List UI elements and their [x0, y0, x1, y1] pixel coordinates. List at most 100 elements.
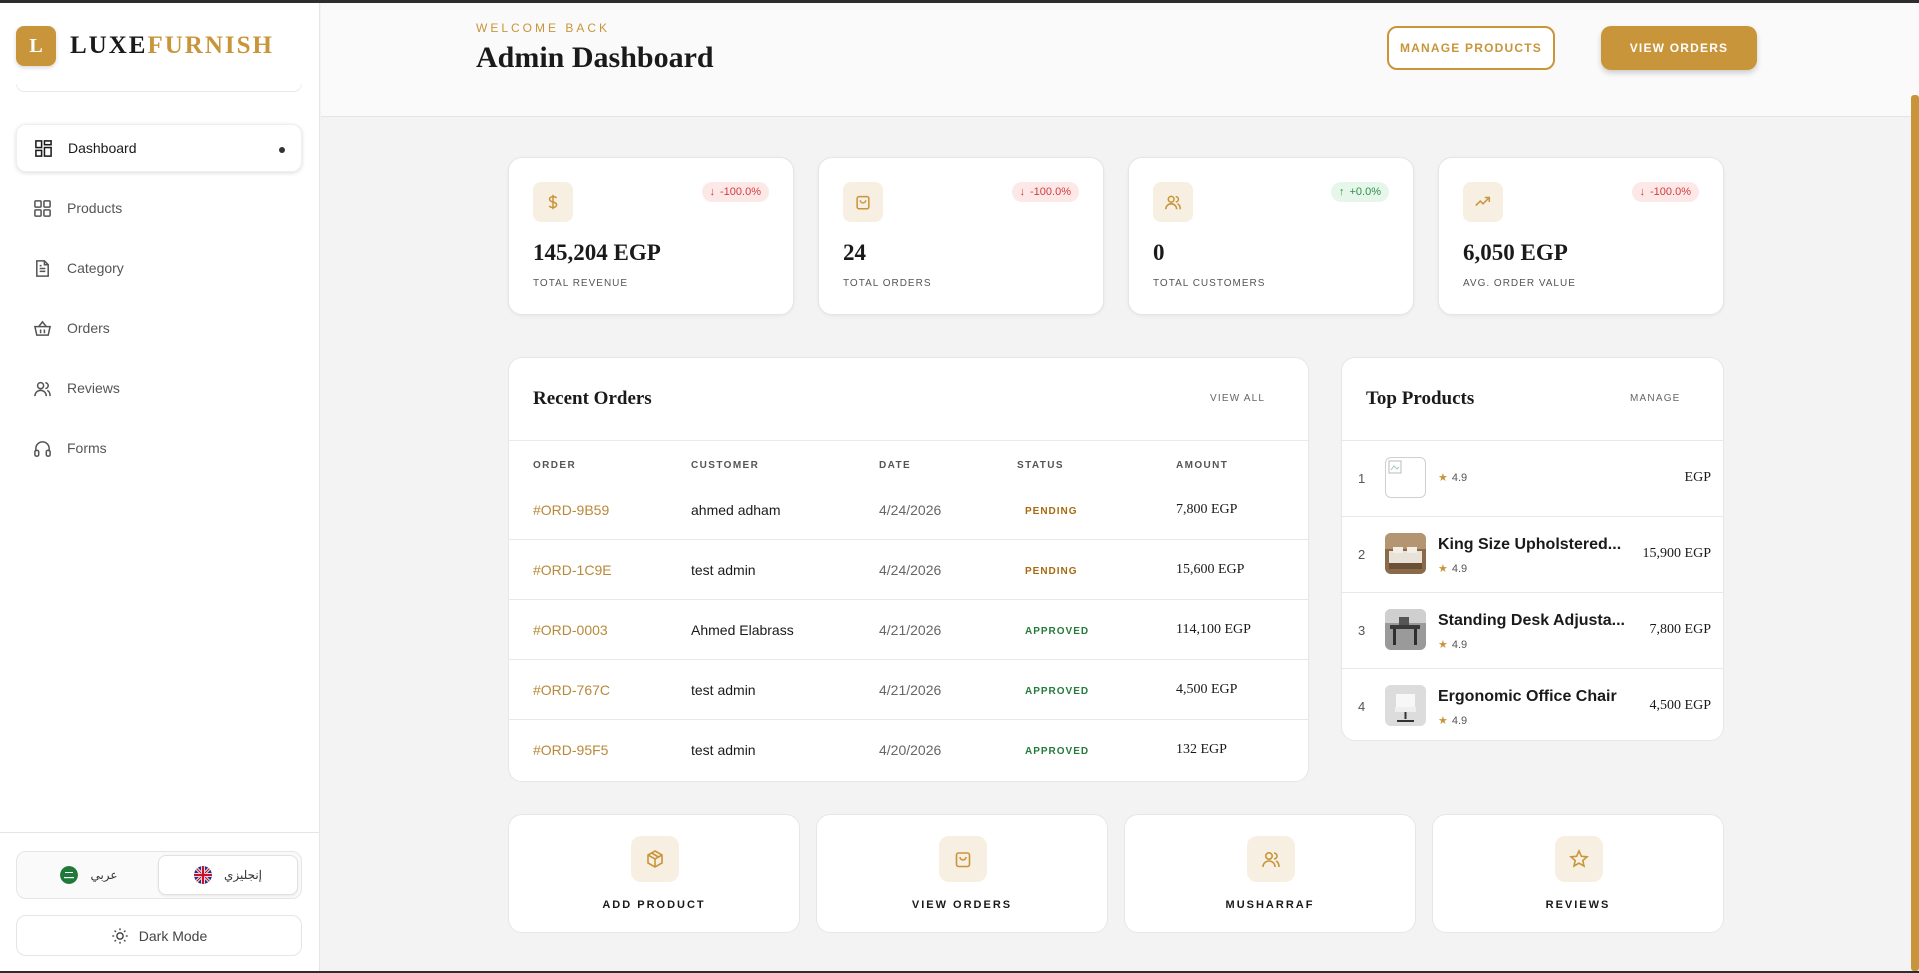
change-badge: ↓ -100.0% — [1011, 182, 1079, 202]
product-image-bed — [1385, 533, 1426, 574]
sidebar-item-label: Products — [67, 200, 123, 216]
users-icon — [1153, 182, 1193, 222]
order-amount: 4,500 EGP — [1176, 682, 1238, 697]
document-icon — [32, 258, 52, 278]
order-id-link[interactable]: #ORD-0003 — [533, 622, 608, 638]
top-products-title: Top Products — [1366, 388, 1475, 409]
table-row[interactable]: #ORD-9B59 ahmed adham 4/24/2026 PENDING … — [509, 480, 1308, 540]
sidebar-item-label: Dashboard — [68, 140, 137, 156]
customer-name: Ahmed Elabrass — [691, 622, 794, 638]
product-row[interactable]: 3 Standing Desk Adjusta... ★ 4.9 7,800 EG… — [1342, 592, 1723, 668]
brand-divider — [16, 84, 302, 92]
stat-card-revenue: ↓ -100.0% 145,204 EGP TOTAL REVENUE — [508, 157, 794, 315]
product-price: 7,800 EGP — [1649, 622, 1711, 637]
rating-value: 4.9 — [1451, 471, 1468, 484]
dark-mode-toggle[interactable]: Dark Mode — [16, 915, 302, 956]
product-row[interactable]: 2 King Size Upholstered... ★ 4.9 15,900 E… — [1342, 516, 1723, 592]
stat-value: 24 — [843, 240, 866, 265]
recent-orders-panel: Recent Orders VIEW ALL ORDER CUSTOMER DA… — [508, 357, 1309, 782]
table-row[interactable]: #ORD-767C test admin 4/21/2026 APPROVED … — [509, 660, 1308, 720]
sidebar-item-category[interactable]: Category — [16, 244, 302, 292]
column-header: STATUS — [1017, 460, 1064, 471]
bag-icon — [939, 836, 987, 882]
table-row[interactable]: #ORD-0003 Ahmed Elabrass 4/21/2026 APPRO… — [509, 600, 1308, 660]
sidebar-item-products[interactable]: Products — [16, 184, 302, 232]
table-row[interactable]: #ORD-95F5 test admin 4/20/2026 APPROVED … — [509, 720, 1308, 780]
product-rank: 1 — [1358, 471, 1366, 486]
language-arabic-button[interactable]: عربي — [20, 855, 158, 895]
star-icon: ★ — [1438, 563, 1448, 575]
users-icon — [1247, 836, 1295, 882]
stat-value: 0 — [1153, 240, 1165, 265]
quick-action-musharraf[interactable]: MUSHARRAF — [1124, 814, 1416, 933]
arrow-down-icon: ↓ — [1019, 186, 1026, 198]
stat-label: TOTAL CUSTOMERS — [1153, 278, 1266, 289]
stat-label: TOTAL REVENUE — [533, 278, 629, 289]
quick-action-reviews[interactable]: REVIEWS — [1432, 814, 1724, 933]
star-icon: ★ — [1438, 715, 1448, 727]
order-id-link[interactable]: #ORD-95F5 — [533, 742, 608, 758]
customer-name: test admin — [691, 562, 756, 578]
trend-icon — [1463, 182, 1503, 222]
product-image-chair — [1385, 685, 1426, 726]
brand-name-part2: FURNISH — [147, 32, 274, 59]
sidebar-footer: عربي إنجليزي Dark Mode — [0, 832, 320, 973]
sidebar: L LUXEFURNISH Dashboard Products Categor… — [0, 0, 320, 973]
stat-value: 145,204 EGP — [533, 240, 661, 265]
product-rank: 3 — [1358, 623, 1366, 638]
dollar-icon — [533, 182, 573, 222]
language-switcher: عربي إنجليزي — [16, 851, 302, 899]
brand-name: LUXEFURNISH — [70, 32, 274, 60]
column-header: AMOUNT — [1176, 460, 1229, 471]
change-value: -100.0% — [1650, 186, 1691, 198]
product-rating: ★ 4.9 — [1438, 714, 1467, 728]
star-icon: ★ — [1438, 639, 1448, 651]
manage-link[interactable]: MANAGE — [1630, 393, 1681, 404]
uk-flag-icon — [193, 866, 212, 884]
product-name: Ergonomic Office Chair — [1438, 688, 1617, 705]
saudi-flag-icon — [60, 866, 79, 884]
change-value: -100.0% — [1030, 186, 1071, 198]
sidebar-item-orders[interactable]: Orders — [16, 304, 302, 352]
order-date: 4/21/2026 — [879, 622, 942, 638]
recent-orders-title: Recent Orders — [533, 388, 652, 409]
page-scrollbar[interactable] — [1911, 95, 1919, 971]
language-english-label: إنجليزي — [223, 868, 263, 882]
star-icon — [1555, 836, 1603, 882]
product-row[interactable]: 4 Ergonomic Office Chair ★ 4.9 4,500 EGP — [1342, 668, 1723, 740]
table-row[interactable]: #ORD-1C9E test admin 4/24/2026 PENDING 1… — [509, 540, 1308, 600]
stat-label: TOTAL ORDERS — [843, 278, 932, 289]
sidebar-item-forms[interactable]: Forms — [16, 424, 302, 472]
sidebar-item-label: Reviews — [67, 380, 120, 396]
order-amount: 15,600 EGP — [1176, 562, 1245, 577]
sidebar-item-dashboard[interactable]: Dashboard — [16, 124, 302, 172]
arrow-up-icon: ↑ — [1339, 186, 1345, 198]
box-icon — [631, 836, 679, 882]
quick-action-view-orders[interactable]: VIEW ORDERS — [816, 814, 1108, 933]
brand[interactable]: L LUXEFURNISH — [16, 26, 274, 66]
stat-card-avg-order: ↓ -100.0% 6,050 EGP AVG. ORDER VALUE — [1438, 157, 1724, 315]
view-orders-button[interactable]: VIEW ORDERS — [1601, 26, 1757, 70]
quick-action-add-product[interactable]: ADD PRODUCT — [508, 814, 800, 933]
product-rating: ★ 4.9 — [1438, 638, 1467, 652]
manage-products-button[interactable]: MANAGE PRODUCTS — [1387, 26, 1555, 70]
sidebar-item-reviews[interactable]: Reviews — [16, 364, 302, 412]
product-rating: ★ 4.9 — [1438, 562, 1467, 576]
order-id-link[interactable]: #ORD-9B59 — [533, 502, 609, 518]
product-image-desk — [1385, 609, 1426, 650]
quick-action-label: REVIEWS — [1545, 899, 1611, 911]
view-all-link[interactable]: VIEW ALL — [1210, 393, 1265, 404]
quick-action-label: MUSHARRAF — [1225, 899, 1315, 911]
language-arabic-label: عربي — [90, 868, 118, 882]
product-price: 15,900 EGP — [1642, 546, 1711, 561]
active-indicator-dot — [279, 147, 285, 153]
column-header: DATE — [879, 460, 912, 471]
order-date: 4/20/2026 — [879, 742, 942, 758]
sidebar-item-label: Category — [67, 260, 124, 276]
order-id-link[interactable]: #ORD-1C9E — [533, 562, 612, 578]
order-id-link[interactable]: #ORD-767C — [533, 682, 610, 698]
stat-value: 6,050 EGP — [1463, 240, 1568, 265]
product-row[interactable]: 1 ★ 4.9 EGP — [1342, 440, 1723, 516]
order-date: 4/24/2026 — [879, 562, 942, 578]
language-english-button[interactable]: إنجليزي — [158, 855, 298, 895]
